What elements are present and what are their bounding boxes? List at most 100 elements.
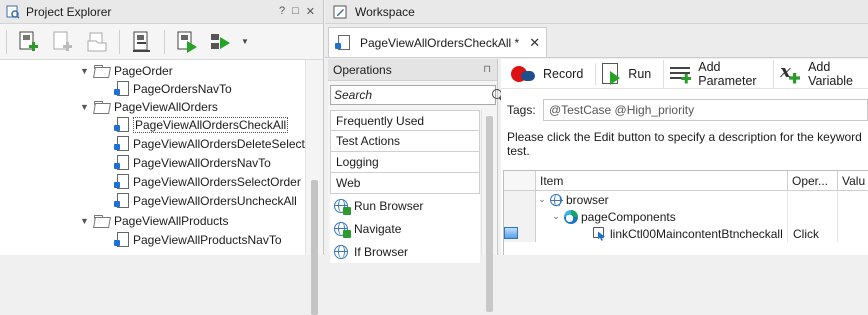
tree-item-productsnavto[interactable]: PageViewAllProductsNavTo <box>114 231 282 249</box>
add-item-button[interactable] <box>15 28 43 56</box>
run-suite-button[interactable] <box>207 28 235 56</box>
category-web[interactable]: Web <box>330 173 480 194</box>
record-label: Record <box>543 66 584 81</box>
tree-item-checkall[interactable]: PageViewAllOrdersCheckAll <box>114 116 289 134</box>
operations-header: Operations ⊓ <box>328 59 497 81</box>
tags-row: Tags: @TestCase @High_priority <box>507 99 868 121</box>
scrollbar-thumb[interactable] <box>311 180 318 315</box>
row-gutter <box>504 225 536 242</box>
maximize-button[interactable]: □ <box>292 5 299 18</box>
project-explorer-title: Project Explorer <box>26 4 112 19</box>
tree-item-label: PageOrdersNavTo <box>133 82 232 96</box>
tab-label: PageViewAllOrdersCheckAll * <box>360 35 520 50</box>
operation-label: If Browser <box>354 244 409 259</box>
globe-icon <box>334 198 351 215</box>
help-button[interactable]: ? <box>279 5 285 18</box>
chevron-down-icon[interactable]: ⌄ <box>536 194 548 205</box>
operations-title: Operations <box>333 62 392 77</box>
folder-icon <box>94 65 110 77</box>
document-tabs: PageViewAllOrdersCheckAll * ✕ <box>325 24 868 58</box>
cell-item[interactable]: linkCtl00MaincontentBtncheckall <box>536 225 788 242</box>
toolbar-grip <box>6 29 7 54</box>
record-button[interactable]: Record <box>511 64 591 84</box>
cell-operation[interactable] <box>788 191 838 208</box>
grid-row-pagecomponents[interactable]: ⌄ pageComponents <box>504 208 868 225</box>
add-existing-item-button[interactable] <box>49 28 77 56</box>
close-panel-button[interactable]: ✕ <box>306 5 315 18</box>
tree-item-label: PageOrder <box>114 64 173 78</box>
tree-item-pageordersnavto[interactable]: PageOrdersNavTo <box>114 80 232 98</box>
cell-operation[interactable]: Click <box>788 225 838 242</box>
tree-folder-pageorder[interactable]: ▼ PageOrder <box>80 62 173 80</box>
workspace-icon <box>333 5 347 19</box>
run-project-button[interactable] <box>173 28 201 56</box>
globe-icon <box>550 193 563 207</box>
chevron-down-icon[interactable]: ▼ <box>80 66 90 76</box>
tree-folder-pageviewallproducts[interactable]: ▼ PageViewAllProducts <box>80 212 229 230</box>
project-tree: ▼ PageOrder PageOrdersNavTo ▼ PageViewAl… <box>0 60 323 255</box>
grid-row-link-click[interactable]: linkCtl00MaincontentBtncheckall Click <box>504 225 868 242</box>
toolbar-separator <box>164 29 165 54</box>
target-object-icon <box>590 226 606 242</box>
run-button[interactable]: Run <box>595 62 659 85</box>
globe-icon <box>334 244 348 259</box>
column-value[interactable]: Valu <box>838 171 868 191</box>
editor-toolbar: Record Run Add Parameter x Add Variable <box>501 59 868 89</box>
cell-operation[interactable] <box>788 208 838 225</box>
keyword-test-editor: Record Run Add Parameter x Add Variable … <box>501 59 868 255</box>
tree-item-label: PageViewAllOrdersDeleteSelected <box>133 137 319 151</box>
project-explorer-toolbar: ▼ <box>0 24 323 60</box>
operations-scrollbar[interactable] <box>481 110 497 312</box>
tags-field[interactable]: @TestCase @High_priority <box>543 99 868 121</box>
close-icon[interactable]: ✕ <box>529 35 540 51</box>
search-input[interactable] <box>331 87 491 103</box>
category-test-actions[interactable]: Test Actions <box>330 131 480 152</box>
tags-label: Tags: <box>507 103 536 117</box>
tree-item-label: PageViewAllProducts <box>114 214 229 228</box>
add-parameter-label: Add Parameter <box>698 59 757 88</box>
keyword-test-icon <box>114 232 130 248</box>
tree-item-label: PageViewAllProductsNavTo <box>133 233 282 247</box>
add-parameter-icon <box>670 64 692 84</box>
operations-panel: Operations ⊓ Frequently Used Test Action… <box>328 59 502 312</box>
tree-item-uncheckall[interactable]: PageViewAllOrdersUncheckAll <box>114 192 297 210</box>
toolbar-separator <box>119 29 120 54</box>
open-folder-button[interactable] <box>83 28 111 56</box>
tree-folder-pageviewallorders[interactable]: ▼ PageViewAllOrders <box>80 98 218 116</box>
run-badge <box>343 206 351 215</box>
record-icon <box>511 64 537 84</box>
add-existing-icon <box>51 30 75 54</box>
navigate-badge <box>343 229 351 238</box>
add-variable-button[interactable]: x Add Variable <box>773 59 868 88</box>
operation-run-browser[interactable]: Run Browser <box>330 194 480 217</box>
add-parameter-button[interactable]: Add Parameter <box>663 59 769 88</box>
keyword-test-icon <box>114 81 130 97</box>
edge-browser-icon <box>564 209 578 224</box>
tree-item-selectorder[interactable]: PageViewAllOrdersSelectOrder <box>114 173 301 191</box>
project-tree-scrollbar[interactable] <box>305 60 323 315</box>
category-frequently-used[interactable]: Frequently Used <box>330 110 480 131</box>
cell-item[interactable]: ⌄ pageComponents <box>536 208 788 225</box>
tree-item-navto[interactable]: PageViewAllOrdersNavTo <box>114 154 271 172</box>
add-variable-label: Add Variable <box>808 59 853 88</box>
tab-keyword-test[interactable]: PageViewAllOrdersCheckAll * ✕ <box>328 27 548 57</box>
category-logging[interactable]: Logging <box>330 152 480 173</box>
operation-navigate[interactable]: Navigate <box>330 217 480 240</box>
scrollbar-thumb[interactable] <box>486 116 493 312</box>
chevron-down-icon[interactable]: ⌄ <box>550 211 562 222</box>
dropdown-icon[interactable]: ▼ <box>241 37 249 46</box>
new-project-button[interactable] <box>128 28 156 56</box>
tree-item-deleteselected[interactable]: PageViewAllOrdersDeleteSelected <box>114 135 318 153</box>
operation-label: Run Browser <box>354 198 424 213</box>
grid-header: Item Oper... Valu <box>504 171 868 191</box>
workspace-panel: Workspace PageViewAllOrdersCheckAll * ✕ … <box>325 0 868 312</box>
cell-item[interactable]: ⌄ browser <box>536 191 788 208</box>
chevron-down-icon[interactable]: ▼ <box>80 216 90 226</box>
operation-if-browser[interactable]: If Browser <box>330 240 480 263</box>
item-label: pageComponents <box>581 209 676 224</box>
chevron-down-icon[interactable]: ▼ <box>80 102 90 112</box>
grid-row-browser[interactable]: ⌄ browser <box>504 191 868 208</box>
pin-icon[interactable]: ⊓ <box>483 64 497 75</box>
column-item[interactable]: Item <box>536 171 788 191</box>
column-operation[interactable]: Oper... <box>788 171 838 191</box>
